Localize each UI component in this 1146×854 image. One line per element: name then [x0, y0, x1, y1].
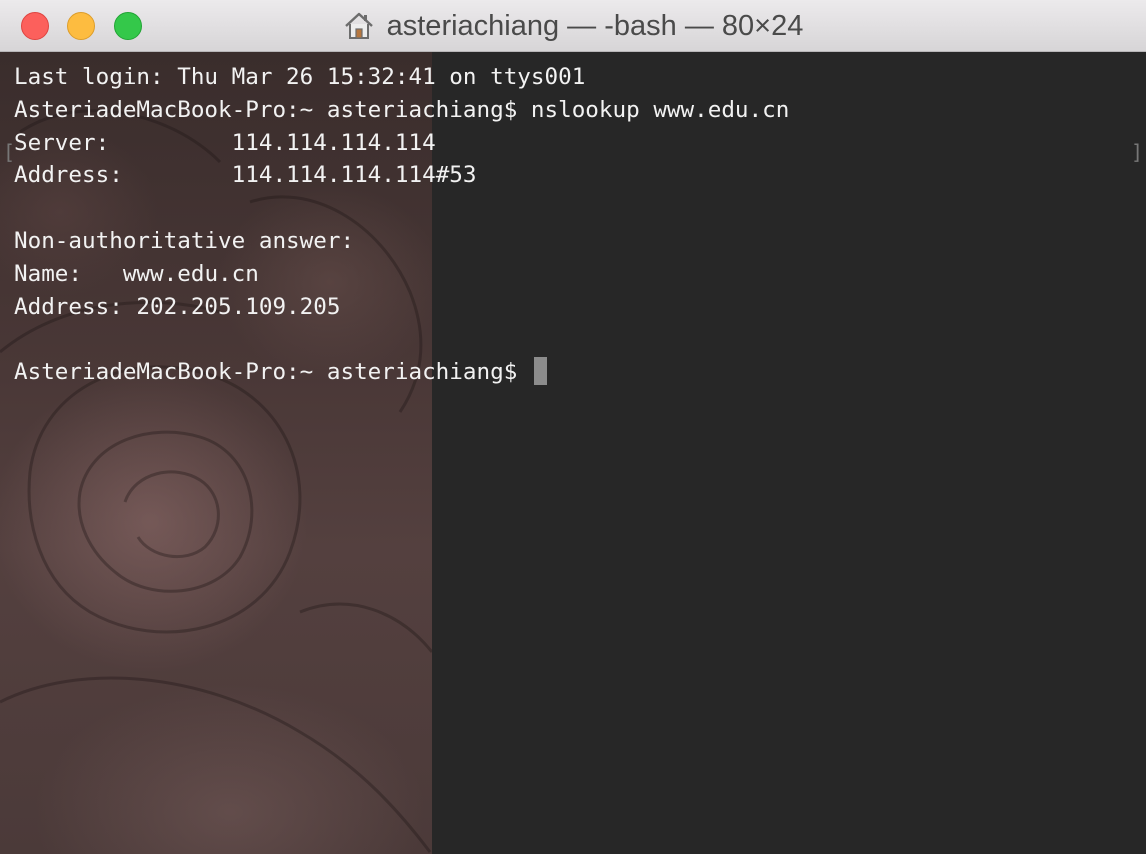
- title-bar[interactable]: asteriachiang — -bash — 80×24: [0, 0, 1146, 52]
- terminal-line: AsteriadeMacBook-Pro:~ asteriachiang$ ns…: [14, 96, 790, 123]
- window-title: asteriachiang — -bash — 80×24: [386, 9, 804, 42]
- prompt-text: AsteriadeMacBook-Pro:~ asteriachiang$: [14, 359, 531, 386]
- terminal-output: Last login: Thu Mar 26 15:32:41 on ttys0…: [14, 61, 1146, 389]
- window-title-group: asteriachiang — -bash — 80×24: [0, 0, 1146, 52]
- terminal-line: Name: www.edu.cn: [14, 260, 259, 287]
- terminal-line: Address: 202.205.109.205: [14, 293, 341, 320]
- terminal-content[interactable]: [ ] Last login: Thu Mar 26 15:32:41 on t…: [0, 52, 1146, 854]
- terminal-line: Last login: Thu Mar 26 15:32:41 on ttys0…: [14, 64, 586, 90]
- terminal-prompt-line[interactable]: AsteriadeMacBook-Pro:~ asteriachiang$: [14, 356, 1146, 389]
- cursor[interactable]: [533, 357, 547, 386]
- home-icon: [343, 11, 375, 41]
- terminal-line: Server: 114.114.114.114: [14, 129, 436, 156]
- terminal-window: asteriachiang — -bash — 80×24 [ ] Last l…: [0, 0, 1146, 854]
- terminal-line: Non-authoritative answer:: [14, 227, 355, 254]
- terminal-line: Address: 114.114.114.114#53: [14, 162, 477, 189]
